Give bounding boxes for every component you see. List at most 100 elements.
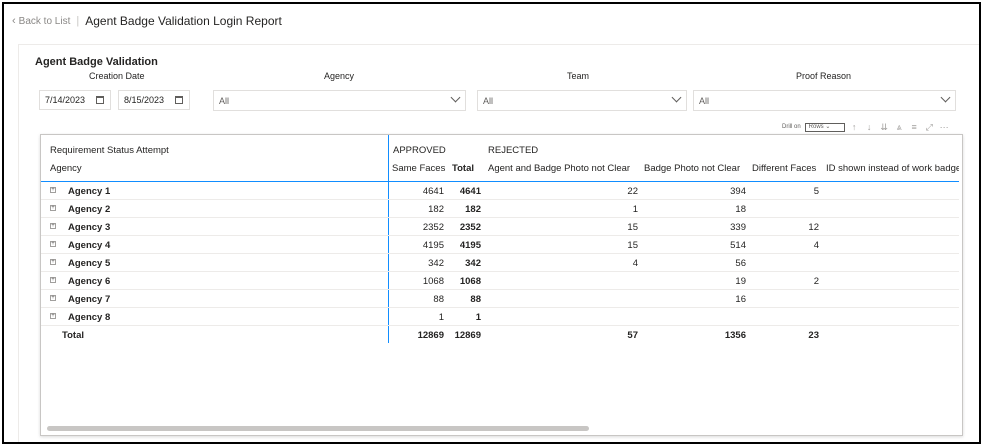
proof-reason-slicer-title: Proof Reason <box>796 71 852 81</box>
more-options-icon[interactable]: ⋯ <box>939 122 950 133</box>
page-heading: Agent Badge Validation <box>35 56 158 68</box>
agency-dropdown-value: All <box>219 95 230 106</box>
row-header-top: Requirement Status Attempt <box>50 145 169 156</box>
expand-plus-icon[interactable]: + <box>50 259 56 265</box>
row-divider <box>41 271 959 272</box>
calendar-icon[interactable] <box>175 96 183 104</box>
divider <box>18 44 979 45</box>
badge-not-clear-value: 394 <box>730 186 746 197</box>
agency-name: Agency 2 <box>68 204 111 215</box>
focus-mode-icon[interactable]: ⤢ <box>924 122 935 133</box>
chevron-down-icon <box>450 92 461 103</box>
start-date-input[interactable]: 7/14/2023 <box>39 90 111 110</box>
report-title: Agent Badge Validation Login Report <box>85 14 282 28</box>
expand-plus-icon[interactable]: + <box>50 295 56 301</box>
divider <box>18 44 19 442</box>
proof-reason-dropdown[interactable]: All <box>693 90 956 111</box>
approved-total-value: 4195 <box>459 240 481 251</box>
total-label: Total <box>62 330 84 341</box>
arrow-up-icon[interactable]: ↑ <box>849 122 860 132</box>
same-faces-value: 182 <box>428 204 444 215</box>
different-faces-total: 23 <box>808 330 819 341</box>
same-faces-value: 4195 <box>422 240 444 251</box>
agency-dropdown[interactable]: All <box>213 90 466 111</box>
expand-plus-icon[interactable]: + <box>50 205 56 211</box>
badge-not-clear-value: 19 <box>735 276 746 287</box>
agency-name: Agency 8 <box>68 312 111 323</box>
agency-name: Agency 4 <box>68 240 111 251</box>
drill-on-select[interactable]: Rows ⌄ <box>804 122 845 132</box>
column-header-id-shown[interactable]: ID shown instead of work badge <box>826 163 959 174</box>
agent-badge-not-clear-value: 15 <box>627 222 638 233</box>
approved-total-value: 4641 <box>459 186 481 197</box>
back-to-list-label: Back to List <box>18 15 71 27</box>
filter-icon[interactable]: ≡ <box>909 122 920 132</box>
drill-on-label: Drill on <box>782 124 801 130</box>
different-faces-value: 12 <box>808 222 819 233</box>
end-date-input[interactable]: 8/15/2023 <box>118 90 190 110</box>
expand-plus-icon[interactable]: + <box>50 187 56 193</box>
expand-hierarchy-icon[interactable]: ⩓ <box>894 122 905 133</box>
expand-plus-icon[interactable]: + <box>50 277 56 283</box>
different-faces-value: 5 <box>813 186 819 197</box>
column-header-badge-not-clear[interactable]: Badge Photo not Clear <box>644 163 740 174</box>
double-arrow-down-icon[interactable]: ⇊ <box>879 122 890 133</box>
top-bar: ‹ Back to List | Agent Badge Validation … <box>12 12 282 30</box>
approved-total-value: 342 <box>465 258 481 269</box>
row-divider <box>41 289 959 290</box>
badge-not-clear-value: 18 <box>735 204 746 215</box>
visual-toolbar: Drill on Rows ⌄ ↑ ↓ ⇊ ⩓ ≡ ⤢ ⋯ <box>782 121 950 133</box>
approved-total-value: 1 <box>475 312 481 323</box>
badge-not-clear-value: 514 <box>730 240 746 251</box>
calendar-icon[interactable] <box>96 96 104 104</box>
row-divider <box>41 235 959 236</box>
proof-reason-dropdown-value: All <box>699 95 710 106</box>
badge-not-clear-value: 339 <box>730 222 746 233</box>
column-header-agent-badge-not-clear[interactable]: Agent and Badge Photo not Clear <box>488 163 630 174</box>
agency-name: Agency 5 <box>68 258 111 269</box>
agent-badge-not-clear-value: 22 <box>627 186 638 197</box>
expand-plus-icon[interactable]: + <box>50 241 56 247</box>
approved-total-value: 1068 <box>459 276 481 287</box>
agency-slicer-title: Agency <box>324 71 355 81</box>
expand-plus-icon[interactable]: + <box>50 223 56 229</box>
row-divider <box>41 307 959 308</box>
row-divider <box>41 325 959 326</box>
agency-name: Agency 1 <box>68 186 111 197</box>
approved-total-value: 2352 <box>459 222 481 233</box>
approved-total-value: 88 <box>470 294 481 305</box>
horizontal-scrollbar-thumb[interactable] <box>47 426 589 431</box>
column-header-total[interactable]: Total <box>452 163 474 174</box>
agency-name: Agency 3 <box>68 222 111 233</box>
agent-badge-not-clear-value: 15 <box>627 240 638 251</box>
different-faces-value: 4 <box>813 240 819 251</box>
team-slicer-title: Team <box>567 71 590 81</box>
report-window: ‹ Back to List | Agent Badge Validation … <box>2 2 981 444</box>
badge-not-clear-value: 16 <box>735 294 746 305</box>
expand-plus-icon[interactable]: + <box>50 313 56 319</box>
agent-badge-not-clear-total: 57 <box>627 330 638 341</box>
chevron-down-icon <box>940 92 951 103</box>
badge-not-clear-value: 56 <box>735 258 746 269</box>
chevron-left-icon: ‹ <box>12 15 16 27</box>
agent-badge-not-clear-value: 4 <box>632 258 638 269</box>
team-dropdown-value: All <box>483 95 494 106</box>
team-dropdown[interactable]: All <box>477 90 687 111</box>
different-faces-value: 2 <box>813 276 819 287</box>
back-to-list-link[interactable]: ‹ Back to List <box>12 15 70 27</box>
row-header-agency[interactable]: Agency <box>50 163 82 174</box>
row-divider <box>41 199 959 200</box>
chevron-down-icon <box>671 92 682 103</box>
creation-date-slicer-title: Creation Date <box>89 71 145 81</box>
same-faces-value: 88 <box>433 294 444 305</box>
row-divider <box>41 253 959 254</box>
arrow-down-icon[interactable]: ↓ <box>864 122 875 132</box>
row-header-divider <box>388 135 389 343</box>
column-header-same-faces[interactable]: Same Faces <box>392 163 445 174</box>
column-header-different-faces[interactable]: Different Faces <box>752 163 816 174</box>
row-divider <box>41 217 959 218</box>
approved-total-value: 182 <box>465 204 481 215</box>
group-header-rejected[interactable]: REJECTED <box>488 145 538 156</box>
group-header-approved[interactable]: APPROVED <box>393 145 446 156</box>
breadcrumb-separator: | <box>76 15 80 27</box>
